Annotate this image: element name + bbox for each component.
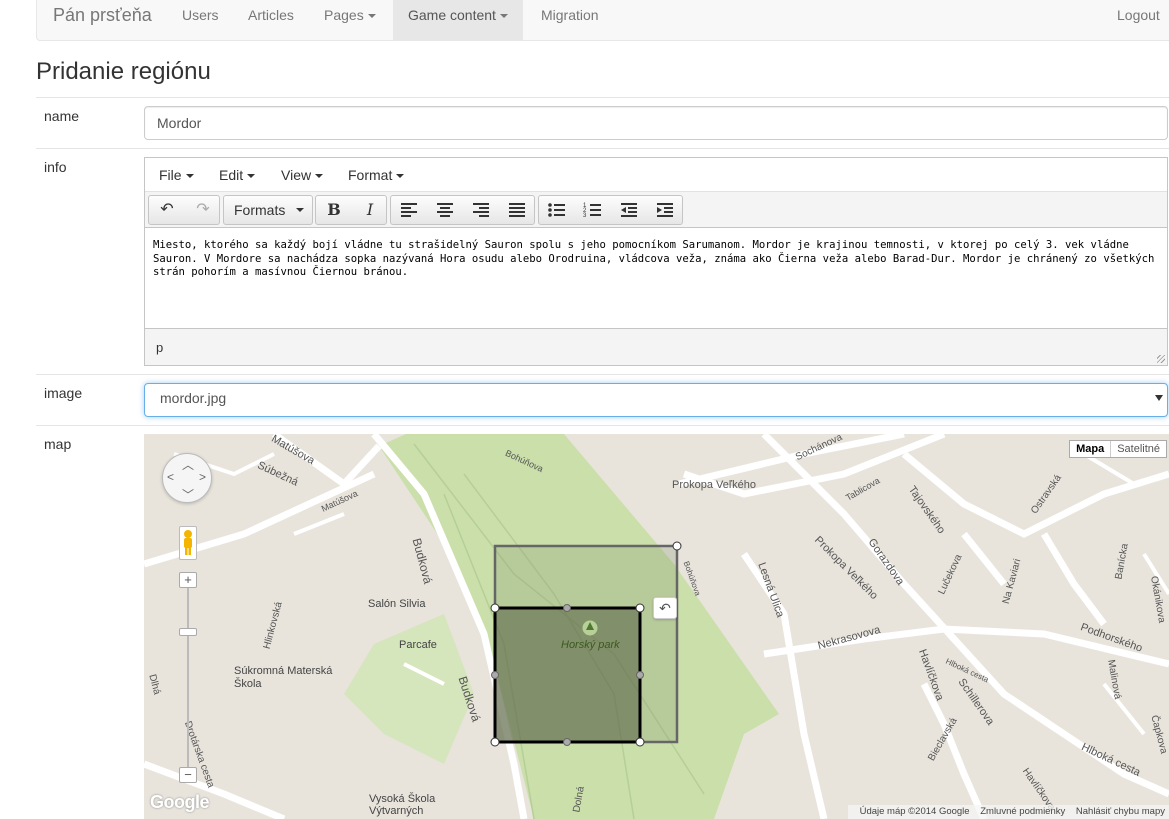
editor-statusbar: p — [145, 328, 1167, 365]
image-label: image — [44, 385, 83, 401]
align-justify-icon[interactable] — [499, 196, 535, 224]
map-canvas[interactable] — [144, 434, 1169, 819]
menu-view-label: View — [281, 167, 312, 183]
redo-icon[interactable]: ↷ — [185, 196, 221, 224]
map-type-control: Mapa Satelitné — [1069, 440, 1167, 458]
align-right-icon[interactable] — [463, 196, 499, 224]
chevron-left-icon[interactable]: < — [167, 470, 174, 484]
divider — [36, 97, 1169, 98]
align-center-icon[interactable] — [427, 196, 463, 224]
chevron-down-icon — [396, 174, 405, 179]
chevron-down-icon — [1155, 395, 1163, 401]
name-input[interactable] — [144, 106, 1168, 140]
logout-link[interactable]: Logout — [1102, 0, 1169, 40]
map-place-label: Parcafe — [399, 639, 437, 651]
map-label: map — [44, 436, 72, 452]
chevron-up-icon[interactable]: ︿ — [182, 456, 194, 473]
info-label: info — [44, 159, 67, 175]
menu-format[interactable]: Format — [348, 167, 405, 183]
align-group — [390, 195, 535, 225]
undo-icon[interactable]: ↶ — [149, 196, 185, 224]
list-group: 123 — [538, 195, 683, 225]
menu-format-label: Format — [348, 167, 393, 183]
menu-file[interactable]: File — [159, 167, 194, 183]
undo-shape-icon[interactable]: ↶ — [653, 597, 677, 619]
svg-text:3: 3 — [583, 213, 587, 219]
numbered-list-icon[interactable]: 123 — [575, 196, 611, 224]
align-left-icon[interactable] — [391, 196, 427, 224]
zoom-slider-handle[interactable] — [179, 628, 197, 636]
chevron-down-icon — [367, 14, 376, 19]
nav-game-content-label: Game content — [408, 7, 496, 23]
image-select-value: mordor.jpg — [160, 390, 227, 406]
map-type-satellite-button[interactable]: Satelitné — [1111, 441, 1166, 457]
nav-articles[interactable]: Articles — [233, 0, 309, 40]
divider — [36, 374, 1169, 375]
formats-label: Formats — [234, 202, 286, 218]
menu-edit[interactable]: Edit — [219, 167, 256, 183]
zoom-out-icon[interactable]: − — [179, 767, 197, 783]
street-view-pegman-icon[interactable] — [179, 526, 197, 560]
pan-control[interactable]: ︿ ﹀ < > — [162, 453, 212, 503]
map-attribution: Údaje máp ©2014 Google Zmluvné podmienky… — [847, 805, 1169, 819]
nav-pages-label: Pages — [324, 7, 364, 23]
divider — [36, 148, 1169, 149]
resize-handle-icon[interactable] — [1157, 355, 1165, 363]
history-group: ↶ ↷ — [148, 195, 220, 225]
rich-text-editor: File Edit View Format ↶ ↷ Formats B I 12… — [144, 157, 1168, 366]
indent-icon[interactable] — [647, 196, 683, 224]
chevron-down-icon — [499, 14, 508, 19]
formats-dropdown[interactable]: Formats — [223, 195, 313, 225]
chevron-right-icon[interactable]: > — [199, 470, 206, 484]
chevron-down-icon — [296, 208, 304, 212]
page-title: Pridanie regiónu — [36, 58, 211, 85]
shape-vertex-handle[interactable] — [672, 541, 682, 551]
name-label: name — [44, 108, 80, 124]
brand-link[interactable]: Pán prsťeňa — [53, 5, 152, 26]
bold-icon[interactable]: B — [316, 196, 352, 224]
nav-game-content[interactable]: Game content — [393, 0, 523, 40]
zoom-in-icon[interactable]: + — [179, 572, 197, 588]
navbar: Pán prsťeňa Users Articles Pages Game co… — [36, 0, 1169, 41]
map-widget[interactable]: Horský park Salón Silvia Parcafe Súkromn… — [144, 434, 1169, 819]
report-error-link[interactable]: Nahlásiť chybu mapy — [1076, 806, 1165, 817]
region-selected-shape[interactable] — [493, 606, 642, 744]
map-place-label: Súkromná Materská Škola — [234, 665, 333, 690]
editor-menubar: File Edit View Format — [145, 158, 1167, 192]
map-type-map-button[interactable]: Mapa — [1070, 441, 1112, 457]
nav-pages[interactable]: Pages — [309, 0, 391, 40]
chevron-down-icon — [247, 174, 256, 179]
nav-users[interactable]: Users — [167, 0, 234, 40]
menu-edit-label: Edit — [219, 167, 244, 183]
google-logo: Google — [150, 792, 210, 812]
terms-link[interactable]: Zmluvné podmienky — [980, 806, 1065, 817]
zoom-slider-track[interactable] — [187, 580, 189, 770]
map-place-label: Salón Silvia — [368, 598, 426, 610]
image-select[interactable]: mordor.jpg — [144, 383, 1168, 417]
menu-view[interactable]: View — [281, 167, 324, 183]
outdent-icon[interactable] — [611, 196, 647, 224]
editor-toolbar: ↶ ↷ Formats B I 123 — [145, 192, 1167, 228]
editor-content[interactable]: Miesto, ktorého sa každý bojí vládne tu … — [145, 229, 1167, 329]
chevron-down-icon — [315, 174, 324, 179]
map-data-credit: Údaje máp ©2014 Google — [859, 806, 970, 817]
map-place-label: Vysoká Škola Výtvarných — [369, 793, 436, 817]
menu-file-label: File — [159, 167, 182, 183]
element-path[interactable]: p — [156, 340, 163, 355]
chevron-down-icon[interactable]: ﹀ — [182, 486, 194, 503]
green-area — [344, 614, 474, 764]
style-group: B I — [315, 195, 387, 225]
map-place-label: Horský park — [561, 639, 620, 651]
italic-icon[interactable]: I — [352, 196, 388, 224]
chevron-down-icon — [185, 174, 194, 179]
nav-migration[interactable]: Migration — [526, 0, 614, 40]
bullet-list-icon[interactable] — [539, 196, 575, 224]
divider — [36, 425, 1169, 426]
map-street-label: Prokopa Veľkého — [672, 479, 756, 491]
